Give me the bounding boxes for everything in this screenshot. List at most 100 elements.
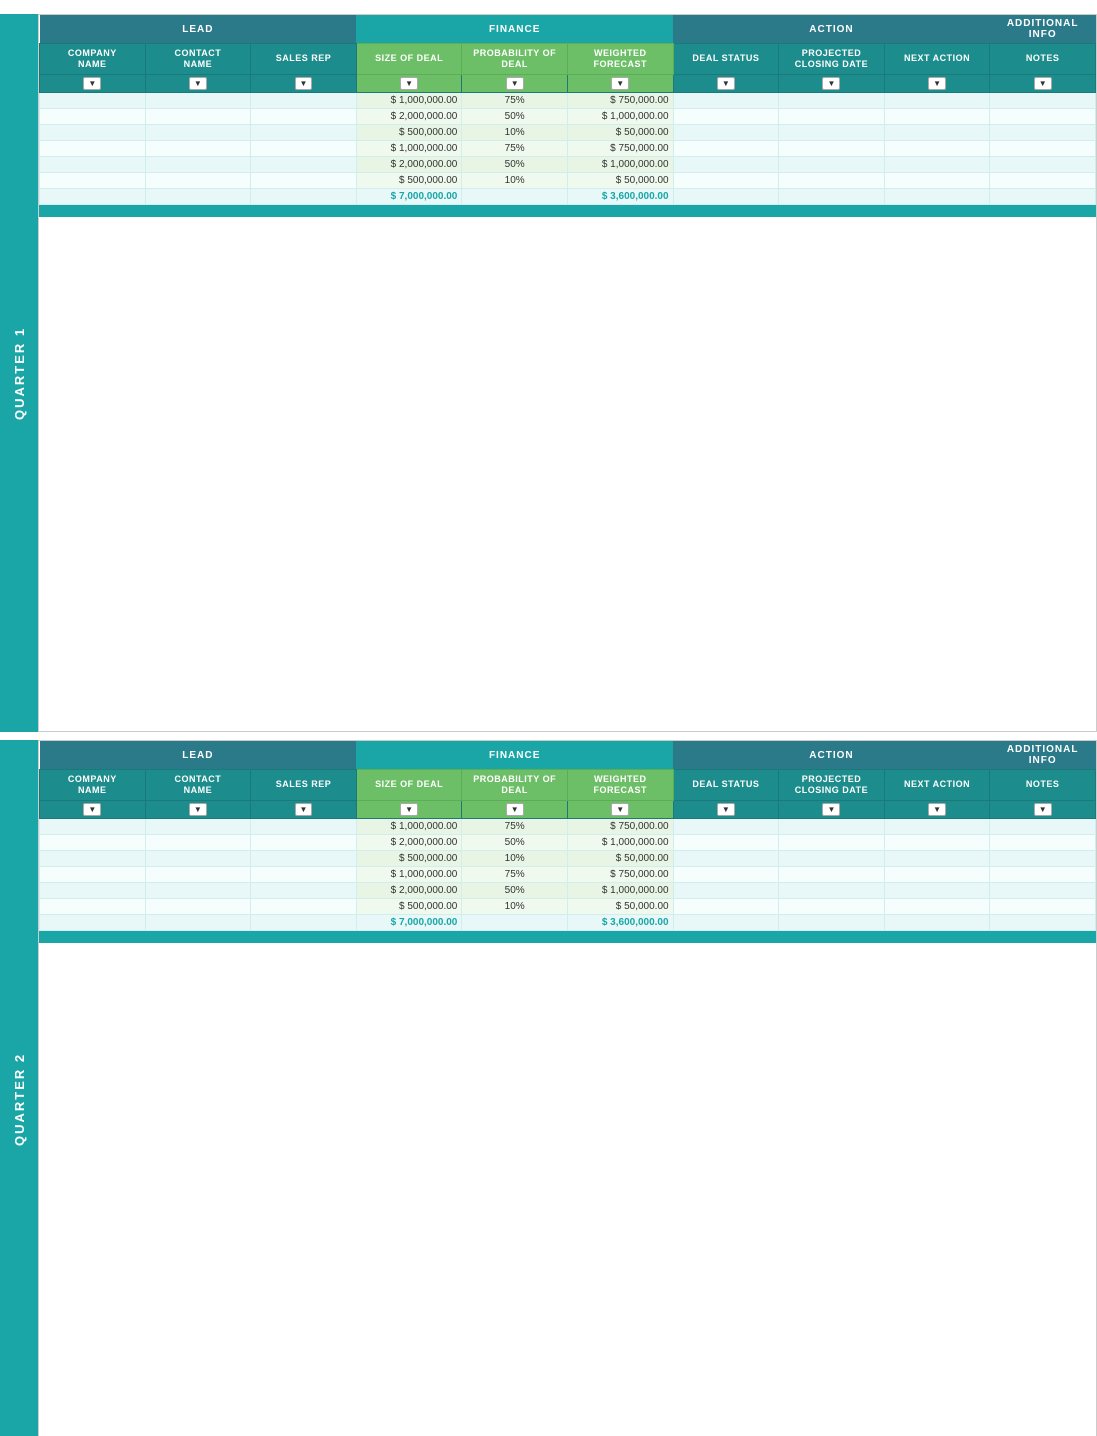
data-row-q1-r2: $ 500,000.0010%$ 50,000.00 <box>40 124 1096 140</box>
col-header-probability-of-q2: PROBABILITY OFDEAL <box>462 770 568 801</box>
probability-q2-r1: 50% <box>462 834 568 850</box>
action-section-header-q1: ACTION <box>673 15 990 44</box>
probability-q2-r3: 75% <box>462 866 568 882</box>
size-of-deal-q2-r0: $ 1,000,000.00 <box>356 818 462 834</box>
filter-btn-col2-q2[interactable]: ▼ <box>295 803 313 816</box>
size-of-deal-q1-r4: $ 2,000,000.00 <box>356 156 462 172</box>
data-row-q2-r5: $ 500,000.0010%$ 50,000.00 <box>40 898 1096 914</box>
weighted-forecast-q2-r5: $ 50,000.00 <box>567 898 673 914</box>
bottom-bar-q2 <box>39 931 1096 943</box>
filter-btn-col7-q2[interactable]: ▼ <box>822 803 840 816</box>
data-row-q2-r2: $ 500,000.0010%$ 50,000.00 <box>40 850 1096 866</box>
probability-q1-r4: 50% <box>462 156 568 172</box>
data-row-q1-r5: $ 500,000.0010%$ 50,000.00 <box>40 172 1096 188</box>
filter-btn-col9-q2[interactable]: ▼ <box>1034 803 1052 816</box>
weighted-forecast-q1-r4: $ 1,000,000.00 <box>567 156 673 172</box>
weighted-forecast-q2-r1: $ 1,000,000.00 <box>567 834 673 850</box>
size-of-deal-q1-r1: $ 2,000,000.00 <box>356 108 462 124</box>
filter-btn-col6-q2[interactable]: ▼ <box>717 803 735 816</box>
filter-btn-col0-q1[interactable]: ▼ <box>83 77 101 90</box>
quarter-2-label: QUARTER 2 <box>12 740 27 1436</box>
filter-btn-col7-q1[interactable]: ▼ <box>822 77 840 90</box>
filter-btn-col5-q1[interactable]: ▼ <box>611 77 629 90</box>
col-header-sales-rep-q2: SALES REP <box>251 770 357 801</box>
col-header-weighted-q1: WEIGHTEDFORECAST <box>567 44 673 75</box>
col-header-deal-status-q1: DEAL STATUS <box>673 44 779 75</box>
probability-q1-r0: 75% <box>462 92 568 108</box>
filter-btn-col0-q2[interactable]: ▼ <box>83 803 101 816</box>
additional-info-section-header-q1: ADDITIONAL INFO <box>990 15 1096 44</box>
col-header-sales-rep-q1: SALES REP <box>251 44 357 75</box>
col-header-size-of-deal-q1: SIZE OF DEAL <box>356 44 462 75</box>
weighted-forecast-q1-r0: $ 750,000.00 <box>567 92 673 108</box>
data-row-q2-r4: $ 2,000,000.0050%$ 1,000,000.00 <box>40 882 1096 898</box>
quarter-1-label: QUARTER 1 <box>12 14 27 732</box>
filter-btn-col3-q2[interactable]: ▼ <box>400 803 418 816</box>
col-header-next-action-q2: NEXT ACTION <box>884 770 990 801</box>
lead-section-header-q2: LEAD <box>40 741 357 770</box>
data-row-q2-r3: $ 1,000,000.0075%$ 750,000.00 <box>40 866 1096 882</box>
size-of-deal-q1-r2: $ 500,000.00 <box>356 124 462 140</box>
filter-btn-col2-q1[interactable]: ▼ <box>295 77 313 90</box>
filter-btn-col8-q2[interactable]: ▼ <box>928 803 946 816</box>
filter-btn-col5-q2[interactable]: ▼ <box>611 803 629 816</box>
quarter-1-block: QUARTER 1 LEADFINANCEACTIONADDITIONAL INF… <box>0 14 1097 732</box>
total-weighted-q1: $ 3,600,000.00 <box>567 188 673 204</box>
col-header-projected-q2: PROJECTEDCLOSING DATE <box>779 770 885 801</box>
probability-q2-r4: 50% <box>462 882 568 898</box>
page-title <box>0 0 1097 14</box>
col-header-contact-q1: CONTACTNAME <box>145 44 251 75</box>
filter-btn-col1-q2[interactable]: ▼ <box>189 803 207 816</box>
lead-section-header-q1: LEAD <box>40 15 357 44</box>
filter-btn-col4-q2[interactable]: ▼ <box>506 803 524 816</box>
total-row-q1: $ 7,000,000.00 $ 3,600,000.00 <box>40 188 1096 204</box>
probability-q2-r2: 10% <box>462 850 568 866</box>
total-size-q1: $ 7,000,000.00 <box>356 188 462 204</box>
col-header-next-action-q1: NEXT ACTION <box>884 44 990 75</box>
probability-q1-r1: 50% <box>462 108 568 124</box>
data-row-q2-r0: $ 1,000,000.0075%$ 750,000.00 <box>40 818 1096 834</box>
probability-q2-r0: 75% <box>462 818 568 834</box>
col-header-contact-q2: CONTACTNAME <box>145 770 251 801</box>
col-header-probability-of-q1: PROBABILITY OFDEAL <box>462 44 568 75</box>
quarter-2-block: QUARTER 2 LEADFINANCEACTIONADDITIONAL INF… <box>0 740 1097 1436</box>
col-header-weighted-q2: WEIGHTEDFORECAST <box>567 770 673 801</box>
data-row-q2-r1: $ 2,000,000.0050%$ 1,000,000.00 <box>40 834 1096 850</box>
size-of-deal-q1-r3: $ 1,000,000.00 <box>356 140 462 156</box>
weighted-forecast-q1-r5: $ 50,000.00 <box>567 172 673 188</box>
data-row-q1-r4: $ 2,000,000.0050%$ 1,000,000.00 <box>40 156 1096 172</box>
weighted-forecast-q2-r4: $ 1,000,000.00 <box>567 882 673 898</box>
filter-btn-col6-q1[interactable]: ▼ <box>717 77 735 90</box>
size-of-deal-q1-r5: $ 500,000.00 <box>356 172 462 188</box>
filter-btn-col8-q1[interactable]: ▼ <box>928 77 946 90</box>
col-header-size-of-deal-q2: SIZE OF DEAL <box>356 770 462 801</box>
size-of-deal-q1-r0: $ 1,000,000.00 <box>356 92 462 108</box>
data-row-q1-r1: $ 2,000,000.0050%$ 1,000,000.00 <box>40 108 1096 124</box>
size-of-deal-q2-r5: $ 500,000.00 <box>356 898 462 914</box>
bottom-bar-q1 <box>39 205 1096 217</box>
finance-section-header-q2: FINANCE <box>356 741 673 770</box>
weighted-forecast-q2-r3: $ 750,000.00 <box>567 866 673 882</box>
size-of-deal-q2-r1: $ 2,000,000.00 <box>356 834 462 850</box>
finance-section-header-q1: FINANCE <box>356 15 673 44</box>
probability-q1-r5: 10% <box>462 172 568 188</box>
size-of-deal-q2-r4: $ 2,000,000.00 <box>356 882 462 898</box>
probability-q2-r5: 10% <box>462 898 568 914</box>
col-header-notes-q1: NOTES <box>990 44 1096 75</box>
weighted-forecast-q2-r0: $ 750,000.00 <box>567 818 673 834</box>
weighted-forecast-q1-r2: $ 50,000.00 <box>567 124 673 140</box>
col-header-deal-status-q2: DEAL STATUS <box>673 770 779 801</box>
weighted-forecast-q2-r2: $ 50,000.00 <box>567 850 673 866</box>
additional-info-section-header-q2: ADDITIONAL INFO <box>990 741 1096 770</box>
filter-btn-col3-q1[interactable]: ▼ <box>400 77 418 90</box>
action-section-header-q2: ACTION <box>673 741 990 770</box>
probability-q1-r2: 10% <box>462 124 568 140</box>
size-of-deal-q2-r3: $ 1,000,000.00 <box>356 866 462 882</box>
weighted-forecast-q1-r1: $ 1,000,000.00 <box>567 108 673 124</box>
data-row-q1-r0: $ 1,000,000.0075%$ 750,000.00 <box>40 92 1096 108</box>
size-of-deal-q2-r2: $ 500,000.00 <box>356 850 462 866</box>
filter-btn-col9-q1[interactable]: ▼ <box>1034 77 1052 90</box>
filter-btn-col1-q1[interactable]: ▼ <box>189 77 207 90</box>
filter-btn-col4-q1[interactable]: ▼ <box>506 77 524 90</box>
col-header-company-q1: COMPANYNAME <box>40 44 146 75</box>
